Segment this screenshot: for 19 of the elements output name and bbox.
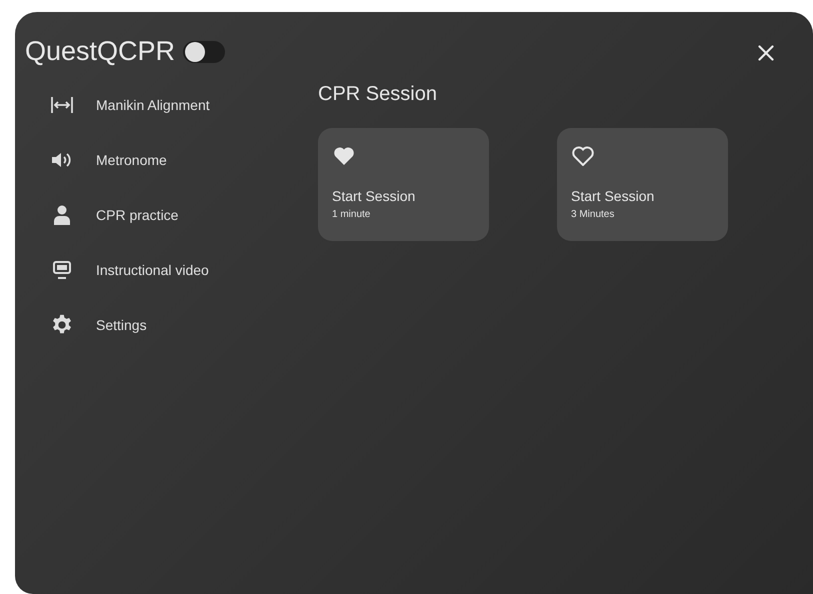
- sidebar-item[interactable]: Instructional video: [50, 242, 318, 297]
- sidebar-item[interactable]: Manikin Alignment: [50, 77, 318, 132]
- card-title: Start Session: [571, 188, 654, 204]
- sidebar-item[interactable]: Metronome: [50, 132, 318, 187]
- app-title: QuestQCPR: [25, 36, 176, 67]
- sidebar-item[interactable]: Settings: [50, 297, 318, 352]
- section-heading: CPR Session: [318, 83, 438, 106]
- person-icon: [53, 204, 71, 224]
- card-title: Start Session: [332, 188, 416, 204]
- card-subtitle: 3 Minutes: [571, 209, 614, 220]
- monitor-icon: [52, 260, 72, 280]
- card-subtitle: 1 minute: [332, 209, 370, 220]
- sidebar-item[interactable]: CPR practice: [50, 187, 318, 242]
- heart-outline-icon: [571, 144, 595, 166]
- settings-icon: [51, 314, 73, 336]
- session-card[interactable]: Start Session 1 minute: [318, 128, 489, 241]
- align-arrows-icon: [50, 94, 74, 114]
- session-card[interactable]: Start Session 3 Minutes: [557, 128, 728, 241]
- toggle-switch[interactable]: [183, 40, 226, 62]
